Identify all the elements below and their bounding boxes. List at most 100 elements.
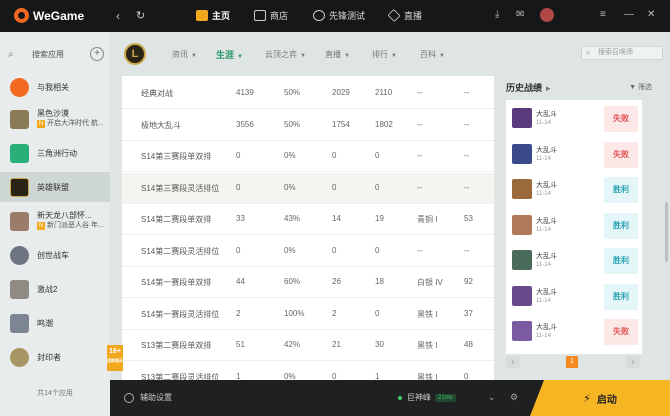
table-row[interactable]: S13第二赛段单双排 51 42% 21 30 黑铁 I 48 <box>122 330 494 361</box>
table-row[interactable]: S14第一赛段灵活排位 2 100% 2 0 黑铁 I 37 <box>122 299 494 330</box>
topnav-home[interactable]: 主页 <box>196 9 230 22</box>
match-item[interactable]: 大乱斗 11-14 胜利 <box>512 212 638 243</box>
match-mode: 大乱斗 <box>536 288 557 296</box>
settings-gear-icon[interactable]: ⚙ <box>510 392 518 403</box>
table-row[interactable]: S14第二赛段单双排 33 43% 14 19 青铜 I 53 <box>122 204 494 235</box>
current-page[interactable]: 1 <box>566 356 578 368</box>
tab-label: 百科 <box>420 50 436 59</box>
games-count: 2 <box>236 308 241 318</box>
match-item[interactable]: 大乱斗 11-14 胜利 <box>512 283 638 314</box>
match-item[interactable]: 大乱斗 11-14 胜利 <box>512 177 638 207</box>
topnav-pioneer[interactable]: 先锋测试 <box>313 9 365 22</box>
table-row[interactable]: S14第三赛段灵活排位 0 0% 0 0 -- -- <box>122 172 494 204</box>
menu-icon[interactable]: ≡ <box>600 9 606 21</box>
history-title[interactable]: 历史战绩 ▸ <box>506 81 551 94</box>
launch-button[interactable]: ⚡ 启动 <box>530 380 670 416</box>
message-icon[interactable]: ✉ <box>516 9 524 21</box>
match-item[interactable]: 大乱斗 11-14 失败 <box>512 106 638 136</box>
table-row[interactable]: S14第三赛段单双排 0 0% 0 0 -- -- <box>122 141 494 172</box>
mode-name: S14第二赛段灵活排位 <box>141 246 220 256</box>
live-icon <box>387 8 401 23</box>
tab-live[interactable]: 直播 ▼ <box>325 49 350 60</box>
table-row[interactable]: 经典对战 4139 50% 2029 2110 -- -- <box>122 78 494 109</box>
match-result: 失败 <box>604 319 638 345</box>
chevron-down-icon: ▼ <box>439 53 445 59</box>
wins-count: 26 <box>332 277 341 286</box>
topnav-store[interactable]: 商店 <box>254 9 288 22</box>
losses-count: 1802 <box>375 119 393 129</box>
match-result: 失败 <box>604 106 638 132</box>
table-row[interactable]: S14第二赛段灵活排位 0 0% 0 0 -- -- <box>122 236 494 267</box>
close-icon[interactable]: ✕ <box>647 9 655 21</box>
sidebar-item-lol[interactable]: 英雄联盟 <box>0 172 110 202</box>
sidebar-item-delta-force[interactable]: 三角洲行动 <box>0 138 110 168</box>
download-icon[interactable]: ⤓ <box>495 9 499 21</box>
helper-settings-button[interactable]: 辅助设置 <box>124 392 172 403</box>
rank-points: -- <box>464 119 470 129</box>
champion-icon <box>512 143 532 164</box>
champion-icon <box>512 250 532 270</box>
match-item[interactable]: 大乱斗 11-14 失败 <box>512 141 638 172</box>
sidebar-item-tlbb[interactable]: 新天龙八部怀... N 新门派恶人谷 年... <box>0 206 110 236</box>
sidebar-item-wuthering[interactable]: 鸣潮 <box>0 308 110 338</box>
rank-tier: 黑铁 I <box>417 341 438 350</box>
games-count: 33 <box>236 214 245 223</box>
avatar[interactable] <box>540 8 554 22</box>
win-rate: 100% <box>284 308 305 318</box>
sidebar: ⌕ 搜索应用 + 与我相关 黑色沙漠 N 开启大洋时代 航... 三角洲行动 英雄… <box>0 32 110 416</box>
refresh-icon[interactable]: ↻ <box>136 9 145 23</box>
topnav-live[interactable]: 直播 <box>387 8 422 23</box>
table-row[interactable]: S14第一赛段单双排 44 60% 26 18 白银 IV 92 <box>122 267 494 298</box>
topnav-label: 商店 <box>270 11 289 21</box>
rank-tier: 青铜 I <box>417 215 438 224</box>
sidebar-item-related[interactable]: 与我相关 <box>0 72 110 102</box>
sidebar-item-gw2[interactable]: 激战2 <box>0 274 110 304</box>
sidebar-item-label: 封印者 <box>37 352 61 362</box>
match-date: 11-14 <box>536 297 551 304</box>
tab-label: 直播 <box>325 50 341 59</box>
prev-page-button[interactable]: ‹ <box>506 356 520 368</box>
games-count: 51 <box>236 340 245 349</box>
tab-career[interactable]: 生涯 ▼ <box>216 48 243 61</box>
rank-points: 48 <box>464 340 473 349</box>
sidebar-item-label: 三角洲行动 <box>37 148 77 158</box>
wegame-logo[interactable]: WeGame <box>14 8 84 23</box>
history-title-label: 历史战绩 <box>506 83 543 93</box>
tab-label: 生涯 <box>216 50 235 60</box>
win-rate: 50% <box>284 88 301 97</box>
sidebar-item-crossout[interactable]: 创世战车 <box>0 240 110 270</box>
match-item[interactable]: 大乱斗 11-14 胜利 <box>512 248 638 278</box>
chevron-down-icon: ▼ <box>300 53 306 59</box>
sidebar-item-label: 黑色沙漠 <box>37 109 69 118</box>
app-search[interactable]: ⌕ 搜索应用 + <box>8 46 104 62</box>
match-date: 11-14 <box>536 226 551 233</box>
table-row[interactable]: S13第二赛段灵活排位 1 0% 0 1 黑铁 I 0 <box>122 362 494 381</box>
minimize-icon[interactable]: — <box>624 9 634 21</box>
career-stats-table: 经典对战 4139 50% 2029 2110 -- -- 极地大乱斗 3556 50% 1754 1… <box>122 76 494 380</box>
chevron-down-icon[interactable]: ⌄ <box>488 392 496 403</box>
filter-button[interactable]: ▼ 筛选 <box>629 82 652 92</box>
games-count: 3556 <box>236 119 254 129</box>
back-icon[interactable]: ‹ <box>116 9 120 23</box>
status-dot-icon <box>398 395 402 400</box>
sidebar-item-black-desert[interactable]: 黑色沙漠 N 开启大洋时代 航... <box>0 104 110 134</box>
server-selector[interactable]: 巨神峰 21ms <box>398 392 456 403</box>
next-page-button[interactable]: › <box>626 356 640 368</box>
tab-tft[interactable]: 云顶之弈 ▼ <box>265 49 306 60</box>
top-bar: WeGame ‹ ↻ 主页 商店 先锋测试 直播 ⤓ ✉ ≡ — ✕ <box>0 0 670 32</box>
tab-news[interactable]: 资讯 ▼ <box>172 49 197 60</box>
topnav-label: 先锋测试 <box>329 11 366 21</box>
match-date: 11-14 <box>536 262 551 268</box>
match-date: 11-14 <box>536 333 551 339</box>
add-app-button[interactable]: + <box>90 47 104 61</box>
chevron-right-icon: ▸ <box>546 83 551 93</box>
tab-wiki[interactable]: 百科 ▼ <box>420 49 445 60</box>
wins-count: 0 <box>332 151 337 160</box>
summoner-search-input[interactable]: ⌕ 搜索召唤师 <box>581 46 663 60</box>
tab-ranking[interactable]: 排行 ▼ <box>372 49 397 60</box>
champion-icon <box>512 321 532 341</box>
scrollbar[interactable] <box>665 202 668 262</box>
sidebar-item-closers[interactable]: 封印者 <box>0 342 110 372</box>
table-row[interactable]: 极地大乱斗 3556 50% 1754 1802 -- -- <box>122 110 494 141</box>
match-item[interactable]: 大乱斗 11-14 失败 <box>512 319 638 349</box>
